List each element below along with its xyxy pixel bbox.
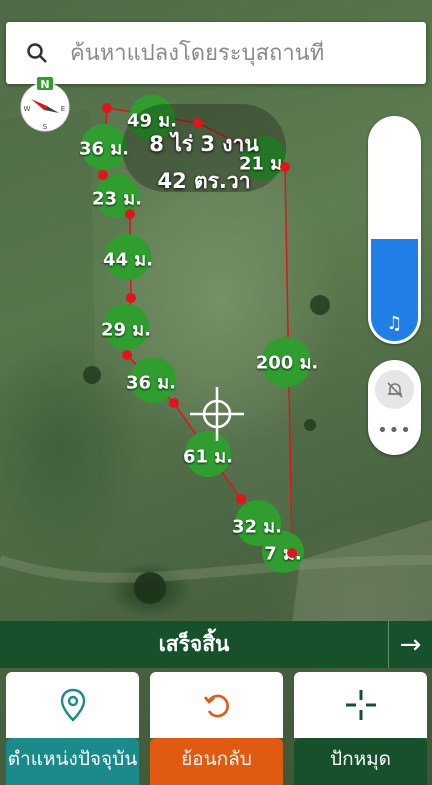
vertex-point: [125, 209, 135, 219]
vertex-point: [236, 494, 246, 504]
undo-card[interactable]: ย้อนกลับ: [150, 672, 283, 785]
crosshair-icon: [190, 387, 244, 441]
bell-off-button[interactable]: [375, 370, 414, 409]
svg-text:S: S: [43, 123, 48, 131]
svg-text:W: W: [24, 105, 31, 113]
volume-slider[interactable]: ♫: [368, 116, 421, 344]
finish-button[interactable]: เสร็จสิ้น: [0, 628, 388, 661]
compass-icon[interactable]: N E S W: [17, 77, 73, 133]
search-icon: [27, 43, 47, 63]
action-cards: ตำแหน่งปัจจุบัน ย้อนกลับ ปักหมุด: [0, 668, 432, 785]
arrow-right-icon[interactable]: →: [389, 630, 432, 660]
svg-text:N: N: [40, 78, 49, 91]
undo-button[interactable]: ย้อนกลับ: [150, 738, 283, 785]
bell-off-icon: [386, 381, 403, 398]
finish-bar[interactable]: เสร็จสิ้น →: [0, 621, 432, 668]
search-bar[interactable]: [6, 22, 426, 84]
card-icon-area[interactable]: [6, 672, 139, 738]
vertex-point: [98, 170, 108, 180]
current-location-button[interactable]: ตำแหน่งปัจจุบัน: [6, 738, 139, 785]
pin-card[interactable]: ปักหมุด: [294, 672, 427, 785]
vertex-point: [169, 398, 179, 408]
vertex-point: [193, 118, 203, 128]
card-icon-area[interactable]: [150, 672, 283, 738]
vertex-point: [126, 293, 136, 303]
undo-icon: [203, 694, 229, 718]
vertex-point: [280, 162, 290, 172]
more-dots-icon[interactable]: •••: [368, 420, 421, 441]
vertex-point: [287, 548, 297, 558]
svg-text:E: E: [61, 105, 65, 113]
crosshair-plus-icon: [345, 690, 376, 720]
music-note-icon: ♫: [386, 313, 403, 334]
search-input[interactable]: [68, 39, 372, 67]
pin-button[interactable]: ปักหมุด: [294, 738, 427, 785]
side-controls: •••: [368, 360, 421, 455]
current-location-card[interactable]: ตำแหน่งปัจจุบัน: [6, 672, 139, 785]
vertex-point: [102, 103, 112, 113]
card-icon-area[interactable]: [294, 672, 427, 738]
vertex-point: [122, 350, 132, 360]
location-pin-icon: [60, 688, 85, 722]
